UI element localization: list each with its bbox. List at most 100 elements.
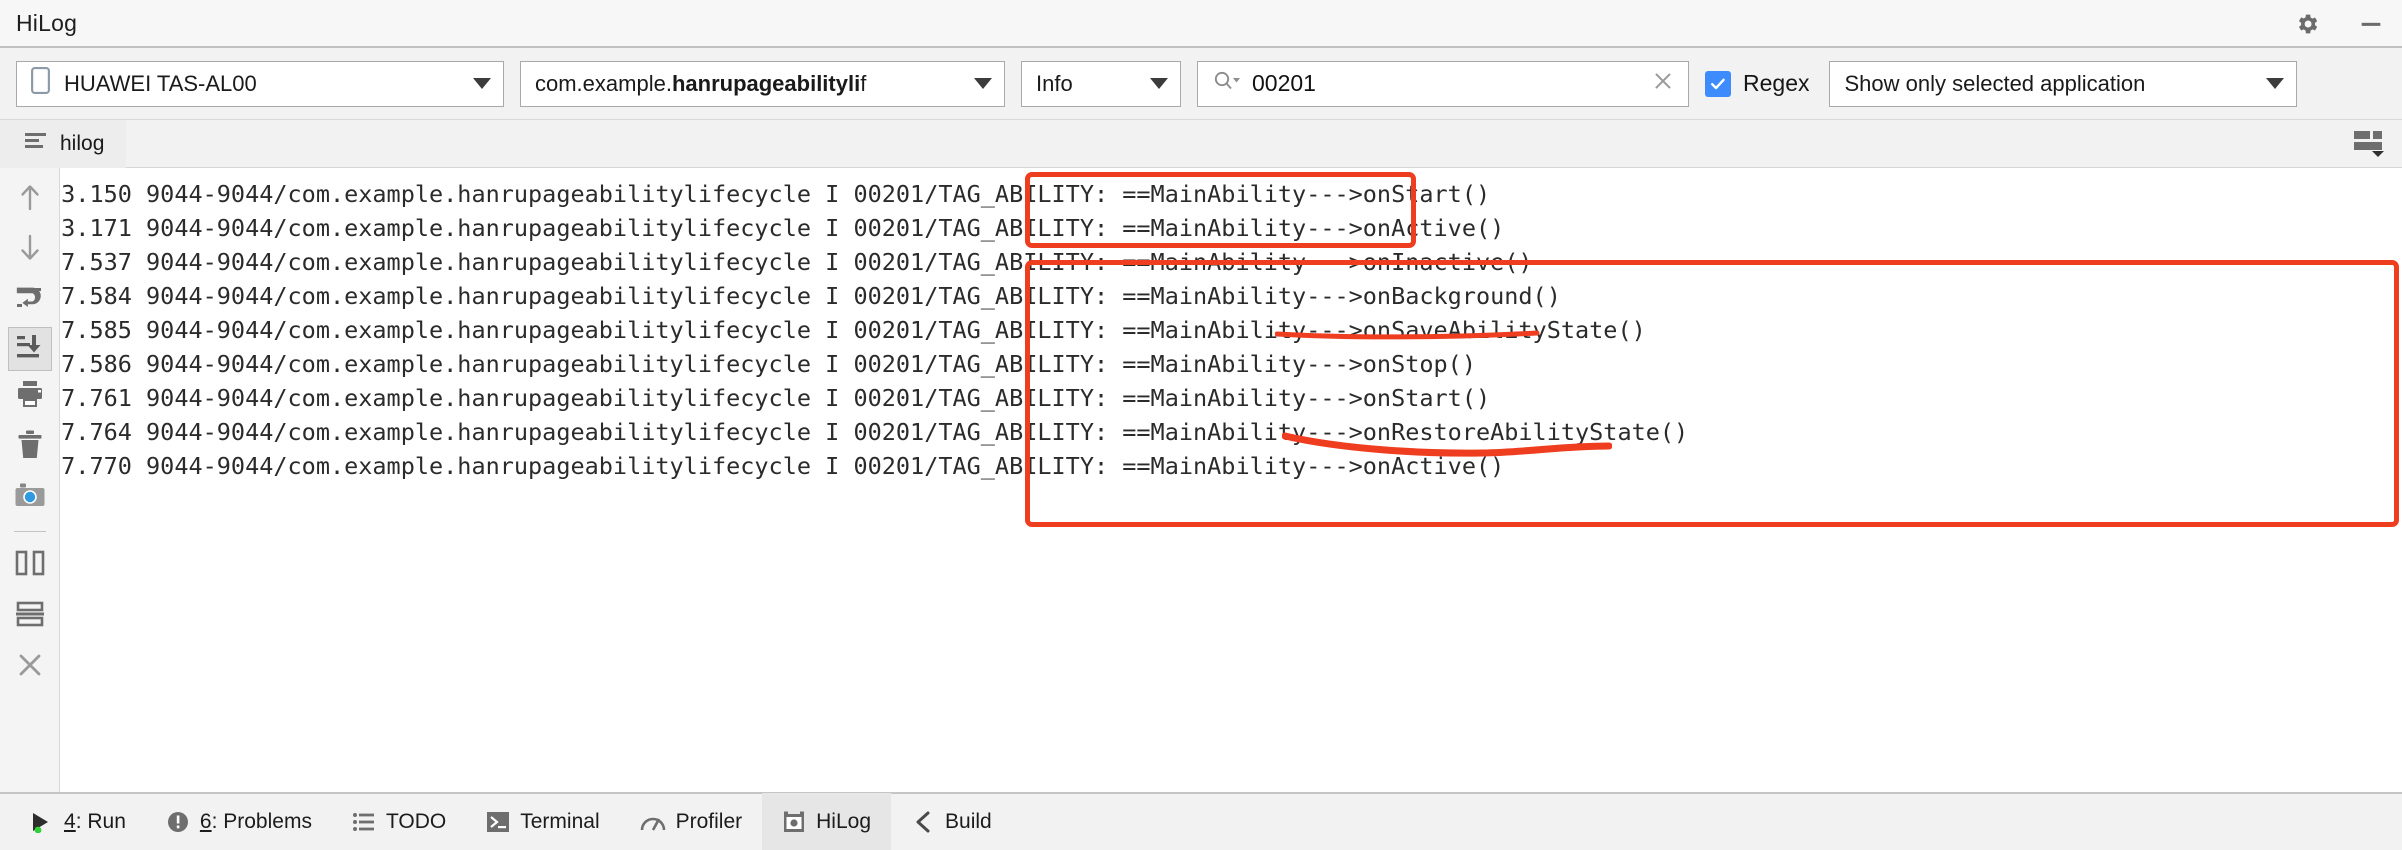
tab-hilog-label: hilog [60, 131, 105, 155]
log-line-text: 57.585 9044-9044/com.example.hanrupageab… [60, 316, 1646, 344]
log-line-text: 57.586 9044-9044/com.example.hanrupageab… [60, 350, 1476, 378]
hilog-icon [782, 810, 806, 834]
split-vertically-button[interactable] [7, 540, 53, 591]
device-dropdown[interactable]: HUAWEI TAS-AL00 [16, 60, 504, 107]
terminal-icon [486, 810, 510, 834]
log-line[interactable]: 57.584 9044-9044/com.example.hanrupageab… [60, 279, 1688, 313]
chevron-down-icon [473, 78, 491, 89]
tool-window-bar: 4: Run 6: Problems TODO Terminal Profiler HiL… [0, 792, 2402, 850]
log-line[interactable]: 57.537 9044-9044/com.example.hanrupageab… [60, 245, 1688, 279]
problems-icon [166, 810, 190, 834]
profiler-icon [640, 810, 666, 834]
package-prefix: com.example. [535, 70, 672, 96]
minimize-icon[interactable] [2354, 7, 2388, 41]
tool-window-tab-profiler[interactable]: Profiler [620, 793, 763, 850]
search-field[interactable] [1197, 60, 1689, 107]
close-icon [16, 651, 44, 684]
log-line-text: 57.770 9044-9044/com.example.hanrupageab… [60, 452, 1505, 480]
log-line-text: 57.584 9044-9044/com.example.hanrupageab… [60, 282, 1561, 310]
chevron-down-icon [1150, 78, 1168, 89]
log-level-label: Info [1036, 70, 1073, 96]
camera-icon [15, 483, 45, 514]
log-line[interactable]: 57.770 9044-9044/com.example.hanrupageab… [60, 449, 1688, 483]
package-bold: hanrupageabilityli [671, 70, 861, 96]
scroll-to-end-button[interactable] [7, 327, 52, 371]
chevron-down-icon [974, 78, 992, 89]
gear-icon[interactable] [2290, 7, 2324, 41]
scroll-to-end-icon [16, 333, 44, 366]
log-line-text: 57.537 9044-9044/com.example.hanrupageab… [60, 248, 1533, 276]
build-icon [911, 810, 935, 834]
package-tail: f [860, 70, 867, 96]
tool-window-tab-label: Build [945, 810, 992, 833]
tool-window-tab-label: 6: Problems [199, 810, 312, 833]
screenshot-button[interactable] [7, 473, 53, 524]
log-line-text: 57.764 9044-9044/com.example.hanrupageab… [60, 418, 1689, 446]
todo-icon [352, 811, 376, 833]
layout-columns-icon[interactable] [2354, 127, 2384, 157]
window-actions [2290, 0, 2388, 48]
run-icon [30, 811, 54, 833]
chevron-down-icon [2266, 78, 2285, 89]
log-line[interactable]: 53.150 9044-9044/com.example.hanrupageab… [60, 177, 1688, 211]
tool-window-tab-number: 4 [64, 810, 76, 833]
close-icon[interactable] [1650, 68, 1676, 99]
log-tab-strip: hilog [0, 119, 2402, 168]
arrow-up-icon [17, 182, 43, 217]
regex-toggle[interactable]: Regex [1705, 70, 1809, 97]
log-output-pane[interactable]: 53.150 9044-9044/com.example.hanrupageab… [60, 168, 2402, 792]
window-title-bar: HiLog [0, 0, 2402, 48]
tool-window-tab-todo[interactable]: TODO [332, 793, 466, 850]
log-line[interactable]: 57.764 9044-9044/com.example.hanrupageab… [60, 415, 1688, 449]
log-line-text: 53.150 9044-9044/com.example.hanrupageab… [60, 180, 1491, 208]
tab-hilog[interactable]: hilog [0, 119, 127, 168]
scope-dropdown[interactable]: Show only selected application [1829, 60, 2298, 107]
close-button[interactable] [7, 642, 53, 693]
tool-window-tab-run[interactable]: 4: Run [10, 793, 146, 850]
filter-toolbar: HUAWEI TAS-AL00 com.example.hanrupageabi… [0, 48, 2402, 120]
page-title: HiLog [16, 9, 78, 36]
tool-window-tab-hilog[interactable]: HiLog [762, 793, 892, 850]
scope-dropdown-label: Show only selected application [1844, 70, 2146, 96]
log-lines-icon [24, 131, 48, 157]
search-input[interactable] [1252, 70, 1638, 97]
toolbar-divider [13, 531, 46, 532]
scroll-down-button[interactable] [7, 225, 53, 276]
print-button[interactable] [7, 371, 53, 422]
soft-wrap-icon [15, 286, 45, 317]
tool-window-tab-number: 6 [199, 810, 212, 833]
tool-window-tab-build[interactable]: Build [891, 793, 1012, 850]
log-line-text: 53.171 9044-9044/com.example.hanrupageab… [60, 214, 1505, 242]
soft-wrap-button[interactable] [7, 276, 53, 327]
device-dropdown-label: HUAWEI TAS-AL00 [64, 70, 257, 96]
hilog-window: HiLog HUAWEI TAS-AL00 com.example.hanrup… [0, 0, 2402, 850]
tool-window-tab-label: 4: Run [64, 810, 126, 833]
log-body: 53.150 9044-9044/com.example.hanrupageab… [0, 168, 2402, 792]
tool-window-tab-label: HiLog [816, 810, 872, 833]
log-level-dropdown[interactable]: Info [1021, 60, 1181, 107]
search-icon[interactable] [1212, 69, 1240, 98]
tool-window-tab-problems[interactable]: 6: Problems [146, 793, 332, 850]
tool-window-tab-terminal[interactable]: Terminal [466, 793, 619, 850]
regex-label: Regex [1743, 70, 1810, 96]
package-dropdown-label: com.example.hanrupageabilitylif [535, 71, 964, 97]
log-side-toolbar [0, 168, 60, 792]
log-line[interactable]: 53.171 9044-9044/com.example.hanrupageab… [60, 211, 1688, 245]
regex-checkbox[interactable] [1705, 70, 1731, 97]
tool-window-tab-label: Terminal [520, 810, 600, 833]
clear-all-button[interactable] [7, 422, 53, 473]
arrow-down-icon [17, 233, 43, 268]
split-vertical-icon [15, 550, 45, 581]
log-line[interactable]: 57.761 9044-9044/com.example.hanrupageab… [60, 381, 1688, 415]
print-icon [15, 380, 45, 413]
package-dropdown[interactable]: com.example.hanrupageabilitylif [520, 60, 1005, 107]
scroll-up-button[interactable] [7, 174, 53, 225]
log-line-text: 57.761 9044-9044/com.example.hanrupageab… [60, 384, 1491, 412]
split-horizontally-button[interactable] [7, 591, 53, 642]
log-line[interactable]: 57.585 9044-9044/com.example.hanrupageab… [60, 313, 1688, 347]
log-line[interactable]: 57.586 9044-9044/com.example.hanrupageab… [60, 347, 1688, 381]
trash-icon [17, 430, 43, 465]
tool-window-tab-label: TODO [385, 810, 447, 833]
log-lines-container: 53.150 9044-9044/com.example.hanrupageab… [60, 177, 1688, 483]
tool-window-tab-label: Profiler [675, 810, 743, 833]
